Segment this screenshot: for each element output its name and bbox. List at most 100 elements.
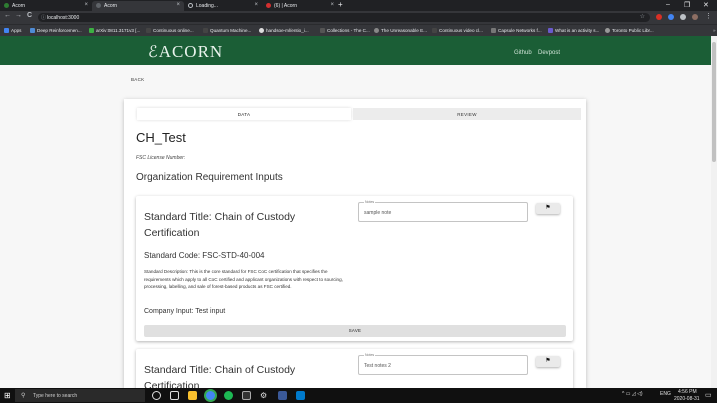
close-tab-icon[interactable]: × (254, 2, 258, 8)
forward-arrow-icon[interactable]: → (15, 12, 22, 19)
minimize-button[interactable]: – (666, 1, 670, 8)
flag-icon: ⚑ (545, 205, 551, 211)
bookmark-favicon-icon (491, 28, 496, 33)
close-tab-icon[interactable]: × (330, 2, 334, 8)
scrollbar-thumb[interactable] (712, 42, 716, 162)
bookmark-item[interactable]: Apps (4, 28, 21, 33)
url-text: localhost:3000 (47, 15, 80, 21)
browser-tab-active[interactable]: Acorn × (92, 1, 184, 11)
profile-avatar[interactable] (692, 14, 698, 20)
apps-grid-icon (4, 28, 9, 33)
new-tab-button[interactable]: + (338, 0, 343, 9)
bookmark-item[interactable]: Quantum Machine... (203, 28, 251, 33)
close-window-button[interactable]: ✕ (703, 1, 709, 9)
devpost-link[interactable]: Devpost (538, 50, 560, 56)
bookmark-star-icon[interactable]: ☆ (640, 13, 645, 20)
bookmark-label: Deep Reinforcemen... (37, 28, 82, 33)
browser-tab[interactable]: (6) | Acorn × (262, 1, 338, 11)
notifications-icon[interactable]: ▭ (705, 391, 712, 399)
address-bar[interactable]: ⓘ localhost:3000 ☆ (38, 13, 650, 22)
language-indicator[interactable]: ENG (660, 391, 671, 397)
flag-button[interactable]: ⚑ (536, 203, 560, 214)
tab-label: Acorn (104, 3, 118, 9)
browser-toolbar: ← → C ⓘ localhost:3000 ☆ ⋮ (0, 11, 717, 24)
file-explorer-icon[interactable] (188, 391, 197, 400)
project-card: DATA REVIEW CH_Test FSC License Number: … (124, 99, 586, 388)
bookmark-item[interactable]: What is an activity s... (548, 28, 599, 33)
license-number-label: FSC License Number: (136, 155, 186, 161)
app-header (0, 36, 711, 65)
tab-label: Acorn (12, 3, 26, 9)
back-button[interactable]: BACK (131, 77, 144, 82)
extensions-puzzle-icon[interactable] (680, 14, 686, 20)
taskbar-search[interactable]: ⚲ Type here to search (15, 389, 145, 402)
notes-label: Notes (364, 353, 376, 357)
bookmark-label: Quantum Machine... (210, 28, 252, 33)
browser-tab-bar: Acorn × Acorn × Loading... × (6) | Acorn × +… (0, 0, 717, 11)
vscode-icon[interactable] (296, 391, 305, 400)
tab-label: Loading... (196, 3, 218, 9)
close-tab-icon[interactable]: × (84, 2, 88, 8)
maximize-button[interactable]: ❐ (684, 1, 690, 9)
bookmark-favicon-icon (320, 28, 325, 33)
notes-value: Test notes 2 (364, 363, 391, 369)
github-link[interactable]: Github (514, 50, 532, 56)
clock-date[interactable]: 2020-08-31 (674, 396, 700, 402)
browser-tab[interactable]: Acorn × (0, 1, 92, 11)
notes-field[interactable]: Notes sample note (358, 200, 528, 222)
browser-tab[interactable]: Loading... × (184, 1, 262, 11)
bookmark-favicon-icon (374, 28, 379, 33)
back-arrow-icon[interactable]: ← (4, 12, 11, 19)
search-placeholder: Type here to search (33, 393, 78, 399)
windows-start-icon[interactable]: ⊞ (4, 391, 11, 400)
settings-gear-icon[interactable]: ⚙ (260, 391, 269, 400)
flag-icon: ⚑ (545, 358, 551, 364)
standard-card: Standard Title: Chain of Custody Certifi… (136, 349, 573, 388)
bookmark-item[interactable]: The Unreasonable E... (374, 28, 427, 33)
bookmark-item[interactable]: Toronto Public Libr... (605, 28, 654, 33)
tray-icons[interactable]: ^ ▭ ◿ ◁) (622, 391, 643, 397)
browser-menu-icon[interactable]: ⋮ (705, 12, 712, 20)
flag-button[interactable]: ⚑ (536, 356, 560, 367)
reload-icon[interactable]: C (27, 12, 32, 19)
bookmark-label: Toronto Public Libr... (612, 28, 654, 33)
app-icon[interactable] (278, 391, 287, 400)
standard-code: Standard Code: FSC-STD-40-004 (144, 251, 265, 260)
tab-data[interactable]: DATA (137, 108, 351, 120)
notification-favicon-icon (266, 3, 271, 8)
bookmark-item[interactable]: Deep Reinforcemen... (30, 28, 82, 33)
save-button[interactable]: SAVE (144, 325, 566, 337)
cortana-icon[interactable] (152, 391, 161, 400)
notes-field[interactable]: Notes Test notes 2 (358, 353, 528, 375)
bookmark-item[interactable]: Capsule Networks f... (491, 28, 542, 33)
bookmark-item[interactable]: Collections - The C... (320, 28, 370, 33)
standard-description: Standard Description: This is the core s… (144, 269, 343, 289)
bookmark-item[interactable]: Continuous video cl... (432, 28, 483, 33)
spotify-icon[interactable] (224, 391, 233, 400)
acorn-logo[interactable]: ℰACORN (148, 42, 223, 62)
close-tab-icon[interactable]: × (176, 2, 180, 8)
standard-title: Standard Title: Chain of Custody Certifi… (144, 364, 296, 388)
bookmark-label: handsoe-ml/entio_i... (266, 28, 309, 33)
bookmark-item[interactable]: handsoe-ml/entio_i... (259, 28, 309, 33)
bookmark-label: Apps (11, 28, 22, 33)
loading-spinner-icon (188, 3, 193, 8)
site-info-icon[interactable]: ⓘ (41, 14, 46, 21)
more-bookmarks-icon[interactable]: » (706, 28, 716, 33)
acorn-favicon-icon (96, 3, 101, 8)
bookmark-favicon-icon (548, 28, 553, 33)
chrome-icon[interactable] (206, 391, 215, 400)
clock-time[interactable]: 4:56 PM (678, 389, 697, 395)
bookmark-label: Collections - The C... (327, 28, 370, 33)
standard-title: Standard Title: Chain of Custody Certifi… (144, 211, 296, 239)
terminal-icon[interactable] (242, 391, 251, 400)
bookmark-favicon-icon (605, 28, 610, 33)
project-title: CH_Test (136, 130, 186, 145)
task-view-icon[interactable] (170, 391, 179, 400)
bookmark-item[interactable]: Continuous online... (146, 28, 194, 33)
tab-review[interactable]: REVIEW (353, 108, 581, 120)
bookmark-item[interactable]: arXiv:0811.3171v3 [... (89, 28, 140, 33)
extension-icon[interactable] (656, 14, 662, 20)
bookmark-favicon-icon (146, 28, 151, 33)
extension-icon[interactable] (668, 14, 674, 20)
